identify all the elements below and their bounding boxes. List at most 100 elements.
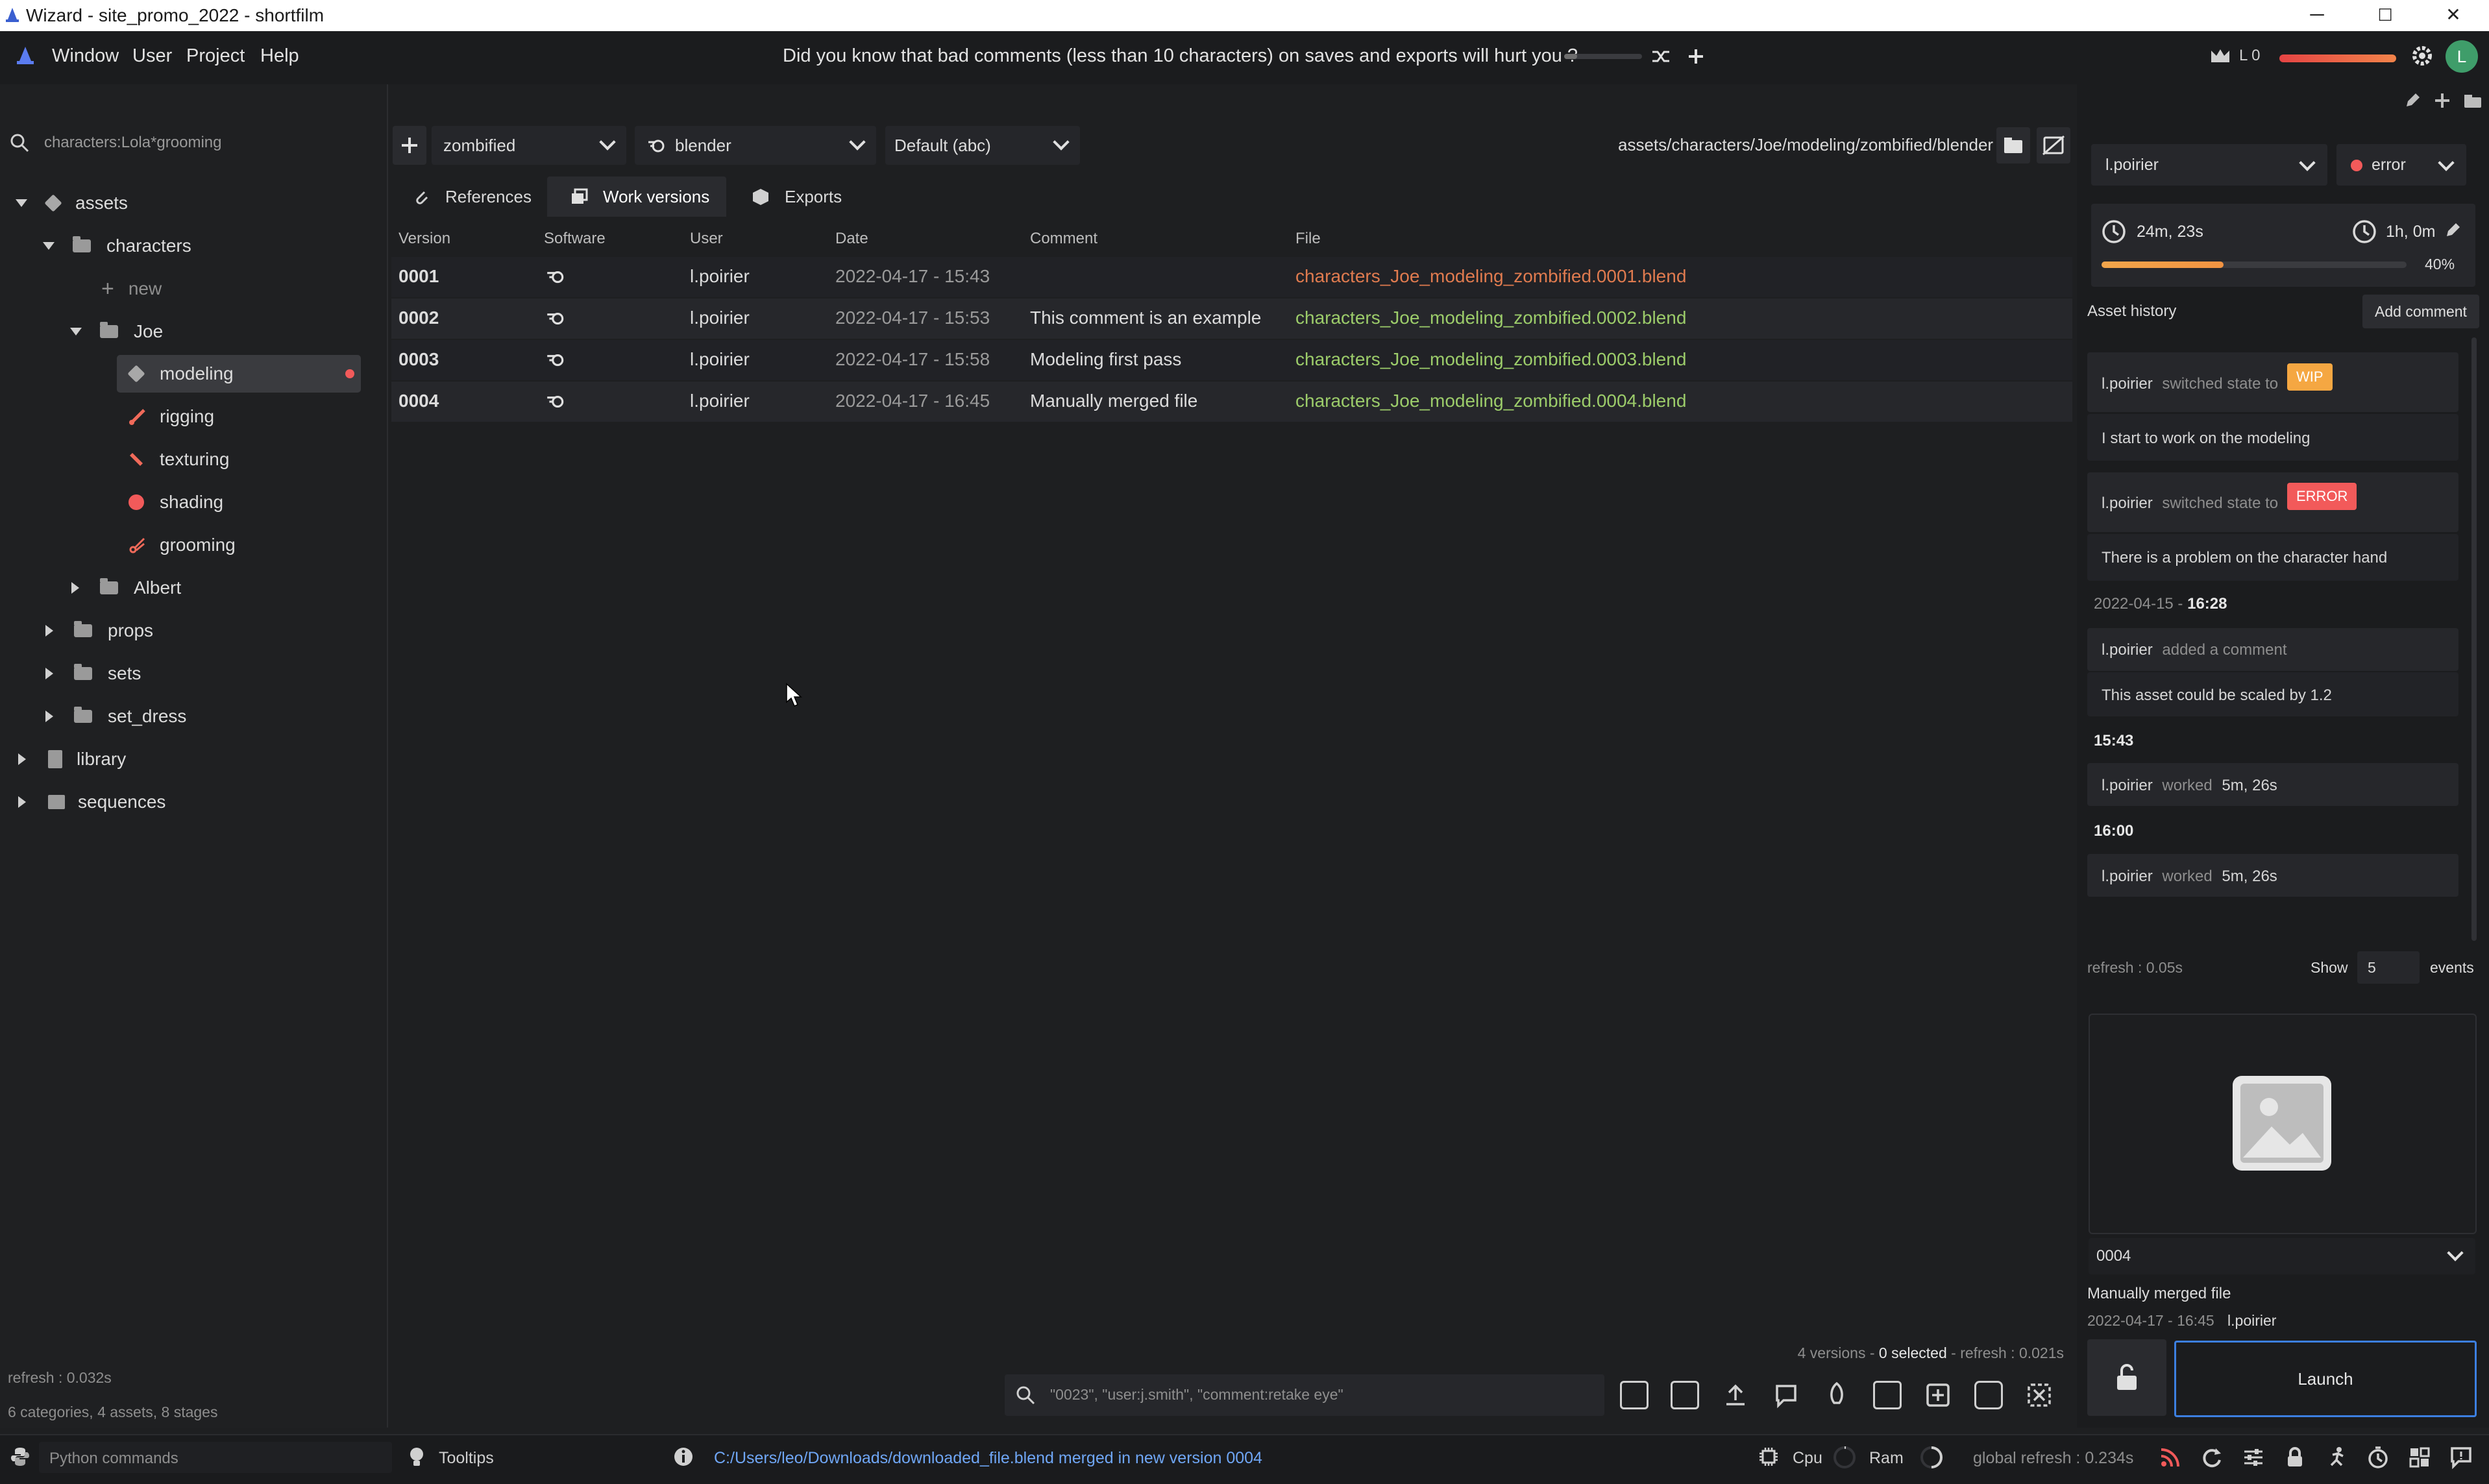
launch-button[interactable]: Launch — [2174, 1341, 2477, 1417]
tree-stats: 6 categories, 4 assets, 8 stages — [8, 1404, 218, 1420]
lock-version-button[interactable] — [2087, 1339, 2166, 1416]
python-console-input[interactable]: Python commands — [39, 1442, 392, 1473]
show-events-count-input[interactable]: 5 — [2357, 951, 2420, 984]
tree-item-rigging[interactable]: rigging — [129, 397, 362, 436]
table-row[interactable] — [391, 382, 2072, 422]
timer-icon[interactable] — [2366, 1446, 2390, 1469]
collapse-arrow-icon[interactable] — [18, 796, 26, 808]
comment-icon[interactable] — [1772, 1381, 1800, 1409]
new-version-icon[interactable] — [1924, 1381, 1952, 1409]
tree-item-texturing[interactable]: texturing — [129, 440, 362, 479]
variant-select[interactable]: zombified — [432, 126, 626, 165]
versions-search-input[interactable]: "0023", "user:j.smith", "comment:retake … — [1050, 1386, 1343, 1404]
tree-item-library[interactable]: library — [18, 740, 375, 779]
versions-search-box[interactable]: "0023", "user:j.smith", "comment:retake … — [1005, 1374, 1604, 1416]
clock-icon — [2102, 220, 2126, 243]
upload-icon[interactable] — [1721, 1381, 1750, 1409]
collapse-arrow-icon[interactable] — [45, 711, 53, 722]
lock-icon[interactable] — [2283, 1446, 2307, 1469]
version-select[interactable]: 0004 — [2089, 1238, 2475, 1274]
tree-item-characters[interactable]: characters — [43, 226, 380, 265]
tree-item-grooming[interactable]: grooming — [129, 526, 362, 565]
col-header-user[interactable]: User — [690, 230, 723, 248]
row-file[interactable]: characters_Joe_modeling_zombified.0002.b… — [1295, 308, 1686, 328]
launch-rocket-icon[interactable] — [1822, 1381, 1851, 1409]
tab-work-versions[interactable]: Work versions — [547, 176, 726, 217]
clear-thumbnails-button[interactable] — [2037, 127, 2070, 164]
duplicate-version-button[interactable] — [1873, 1381, 1902, 1409]
assignee-select[interactable]: l.poirier — [2091, 144, 2327, 186]
add-comment-button[interactable]: Add comment — [2362, 295, 2479, 328]
settings-gear-icon[interactable] — [2410, 44, 2434, 67]
tree-label: props — [108, 620, 154, 640]
tooltips-toggle[interactable]: Tooltips — [439, 1449, 494, 1468]
table-row[interactable] — [391, 340, 2072, 380]
console-message-icon[interactable] — [2449, 1446, 2473, 1469]
tree-item-modeling[interactable]: modeling — [127, 354, 362, 393]
running-person-icon[interactable] — [2325, 1446, 2348, 1469]
create-thumbnail-button[interactable] — [1620, 1381, 1649, 1409]
col-header-date[interactable]: Date — [835, 230, 868, 248]
stage-error-dot — [345, 369, 354, 378]
software-select[interactable]: blender — [635, 126, 876, 165]
add-tip-icon[interactable] — [1685, 45, 1707, 67]
estimated-time-icon — [2353, 220, 2376, 243]
history-scrollbar[interactable] — [2471, 337, 2477, 941]
expand-arrow-icon[interactable] — [43, 242, 55, 250]
menu-user[interactable]: User — [132, 45, 172, 67]
tree-item-set-dress[interactable]: set_dress — [45, 697, 376, 736]
export-button[interactable] — [1671, 1381, 1699, 1409]
archive-version-icon[interactable] — [2025, 1381, 2054, 1409]
lightbulb-icon[interactable] — [406, 1446, 427, 1468]
col-header-software[interactable]: Software — [544, 230, 606, 248]
tree-item-joe[interactable]: Joe — [70, 312, 375, 351]
row-file[interactable]: characters_Joe_modeling_zombified.0004.b… — [1295, 391, 1686, 411]
collapse-arrow-icon[interactable] — [45, 625, 53, 637]
menu-help[interactable]: Help — [260, 45, 299, 67]
tree-item-shading[interactable]: shading — [129, 483, 362, 522]
expand-arrow-icon[interactable] — [70, 328, 82, 335]
tree-item-albert[interactable]: Albert — [71, 568, 376, 607]
tab-exports[interactable]: Exports — [734, 176, 864, 217]
collapse-arrow-icon[interactable] — [71, 582, 79, 594]
dashboard-icon[interactable] — [2408, 1446, 2431, 1469]
state-select[interactable]: error — [2336, 144, 2466, 186]
col-header-comment[interactable]: Comment — [1030, 230, 1097, 248]
sliders-icon[interactable] — [2242, 1446, 2265, 1469]
open-folder-button[interactable] — [1996, 127, 2030, 164]
close-button[interactable]: ✕ — [2437, 1, 2470, 29]
menu-window[interactable]: Window — [52, 45, 119, 67]
tree-item-props[interactable]: props — [45, 611, 376, 650]
add-icon[interactable] — [2433, 91, 2452, 110]
tree-item-assets[interactable]: assets — [16, 184, 379, 223]
refresh-icon[interactable] — [2200, 1446, 2224, 1469]
row-file[interactable]: characters_Joe_modeling_zombified.0001.b… — [1295, 266, 1686, 287]
edit-estimate-icon[interactable] — [2443, 221, 2462, 240]
col-header-file[interactable]: File — [1295, 230, 1321, 248]
table-row[interactable] — [391, 257, 2072, 297]
collapse-arrow-icon[interactable] — [45, 668, 53, 679]
add-variant-button[interactable] — [393, 126, 426, 165]
minimize-button[interactable]: ─ — [2301, 1, 2333, 29]
tree-search-input[interactable]: characters:Lola*grooming — [44, 134, 221, 152]
folder-icon — [74, 621, 92, 637]
folder-icon[interactable] — [2462, 91, 2483, 110]
col-header-version[interactable]: Version — [398, 230, 450, 248]
rss-feed-icon[interactable] — [2159, 1446, 2182, 1469]
chevron-down-icon — [849, 134, 866, 151]
tree-item-sets[interactable]: sets — [45, 654, 376, 693]
maximize-button[interactable]: ☐ — [2369, 1, 2401, 29]
expand-arrow-icon[interactable] — [16, 199, 27, 207]
menu-project[interactable]: Project — [186, 45, 245, 67]
tab-references[interactable]: References — [397, 176, 540, 217]
shuffle-tip-icon[interactable] — [1650, 45, 1672, 67]
user-avatar[interactable]: L — [2446, 40, 2478, 73]
empty-version-button[interactable] — [1974, 1381, 2003, 1409]
export-format-select[interactable]: Default (abc) — [885, 126, 1080, 165]
state-value: error — [2372, 156, 2406, 174]
tree-item-sequences[interactable]: sequences — [18, 783, 375, 821]
tree-item-new[interactable]: + new — [101, 269, 374, 308]
collapse-arrow-icon[interactable] — [18, 753, 26, 765]
row-file[interactable]: characters_Joe_modeling_zombified.0003.b… — [1295, 349, 1686, 370]
edit-pencil-icon[interactable] — [2403, 91, 2422, 110]
